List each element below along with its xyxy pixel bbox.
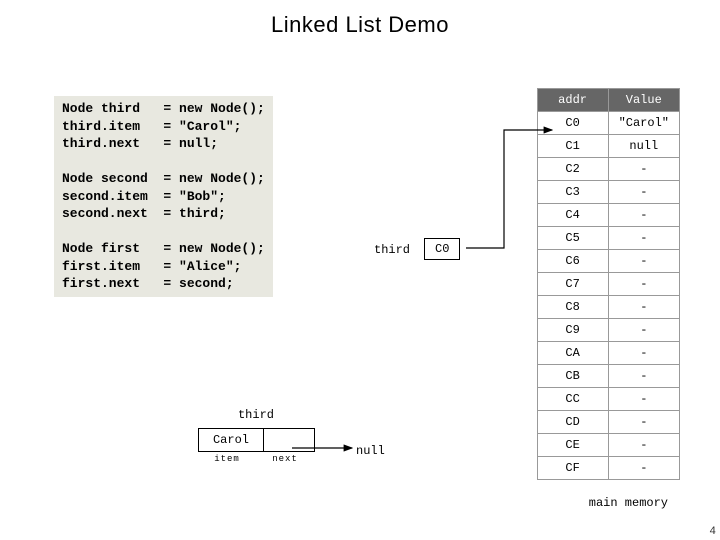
table-row: C0"Carol"	[537, 112, 679, 135]
cell-value: null	[608, 135, 679, 158]
cell-value: -	[608, 158, 679, 181]
table-row: CF-	[537, 457, 679, 480]
cell-value: -	[608, 388, 679, 411]
cell-value: -	[608, 365, 679, 388]
cell-addr: CB	[537, 365, 608, 388]
table-row: C8-	[537, 296, 679, 319]
table-row: C9-	[537, 319, 679, 342]
memory-caption: main memory	[589, 496, 668, 510]
table-row: CD-	[537, 411, 679, 434]
cell-value: -	[608, 411, 679, 434]
table-row: CC-	[537, 388, 679, 411]
cell-value: -	[608, 319, 679, 342]
cell-addr: C3	[537, 181, 608, 204]
table-header-row: addr Value	[537, 89, 679, 112]
pointer-var-label: third	[374, 243, 410, 257]
cell-addr: C0	[537, 112, 608, 135]
node-item-cell: Carol	[198, 428, 264, 452]
code-block: Node third = new Node(); third.item = "C…	[54, 96, 273, 297]
cell-value: -	[608, 250, 679, 273]
node-next-label: next	[256, 452, 314, 464]
cell-value: -	[608, 296, 679, 319]
cell-addr: C2	[537, 158, 608, 181]
table-row: C4-	[537, 204, 679, 227]
cell-addr: C8	[537, 296, 608, 319]
cell-value: -	[608, 273, 679, 296]
cell-addr: CD	[537, 411, 608, 434]
cell-value: -	[608, 204, 679, 227]
cell-addr: C4	[537, 204, 608, 227]
table-row: CB-	[537, 365, 679, 388]
col-addr: addr	[537, 89, 608, 112]
cell-addr: C1	[537, 135, 608, 158]
cell-value: "Carol"	[608, 112, 679, 135]
table-row: C2-	[537, 158, 679, 181]
cell-value: -	[608, 227, 679, 250]
cell-value: -	[608, 181, 679, 204]
page-title: Linked List Demo	[0, 0, 720, 38]
cell-value: -	[608, 434, 679, 457]
cell-addr: C9	[537, 319, 608, 342]
cell-value: -	[608, 457, 679, 480]
table-row: C7-	[537, 273, 679, 296]
cell-value: -	[608, 342, 679, 365]
slide-number: 4	[709, 526, 716, 538]
cell-addr: C7	[537, 273, 608, 296]
table-row: C6-	[537, 250, 679, 273]
cell-addr: CE	[537, 434, 608, 457]
cell-addr: CC	[537, 388, 608, 411]
cell-addr: C5	[537, 227, 608, 250]
cell-addr: CF	[537, 457, 608, 480]
node-third: third Carol item next	[198, 408, 314, 464]
table-row: CE-	[537, 434, 679, 457]
table-row: C3-	[537, 181, 679, 204]
node-title: third	[198, 408, 314, 422]
node-item-label: item	[198, 452, 256, 464]
memory-table: addr Value C0"Carol"C1nullC2-C3-C4-C5-C6…	[537, 88, 680, 480]
pointer-var-box: C0	[424, 238, 460, 260]
node-next-cell	[263, 428, 315, 452]
col-value: Value	[608, 89, 679, 112]
node-next-value: null	[356, 444, 385, 458]
cell-addr: CA	[537, 342, 608, 365]
table-row: CA-	[537, 342, 679, 365]
table-row: C1null	[537, 135, 679, 158]
table-row: C5-	[537, 227, 679, 250]
cell-addr: C6	[537, 250, 608, 273]
